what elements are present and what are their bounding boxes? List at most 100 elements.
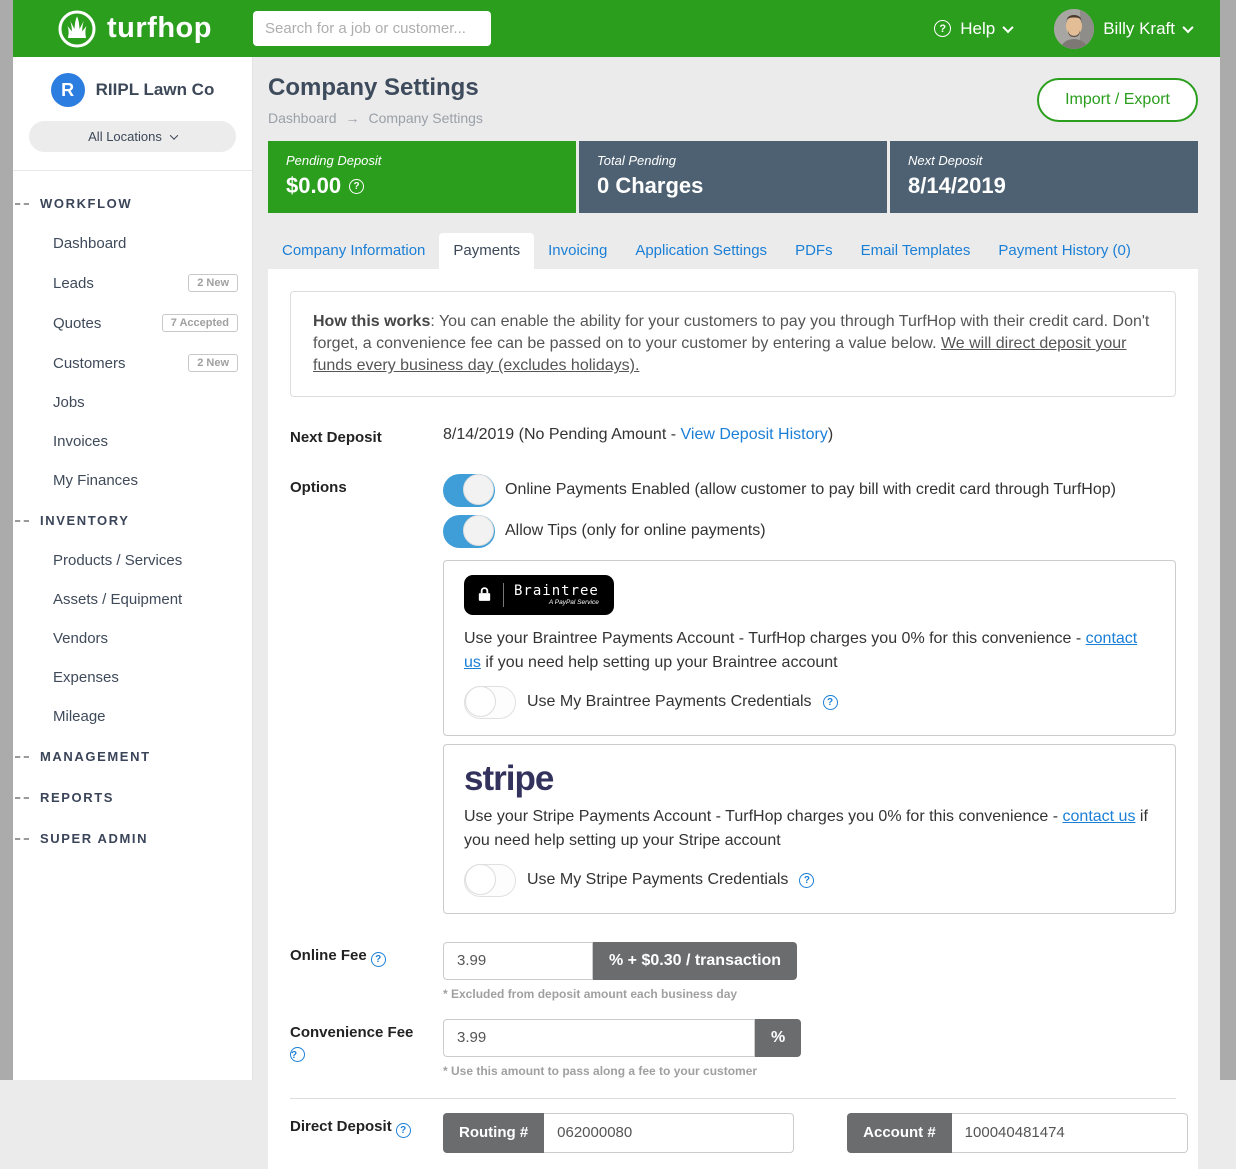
sidebar-item-jobs[interactable]: Jobs — [13, 383, 252, 422]
help-icon[interactable]: ? — [371, 952, 386, 967]
search-input[interactable] — [253, 11, 491, 46]
stat-value: 8/14/2019 — [908, 173, 1006, 199]
user-name: Billy Kraft — [1103, 19, 1175, 39]
right-scrollbar-track[interactable] — [1220, 0, 1236, 1080]
contact-us-link[interactable]: contact us — [1063, 808, 1136, 825]
tab-pdfs[interactable]: PDFs — [781, 233, 847, 269]
section-label: WORKFLOW — [40, 196, 132, 211]
sidebar-item-vendors[interactable]: Vendors — [13, 619, 252, 658]
main-content: Company Settings Dashboard → Company Set… — [253, 57, 1220, 1080]
menu-dashes-icon — [15, 520, 29, 522]
location-selector[interactable]: All Locations — [29, 121, 236, 152]
online-fee-input[interactable] — [443, 942, 593, 980]
sidebar-item-invoices[interactable]: Invoices — [13, 422, 252, 461]
sidebar-item-customers[interactable]: Customers 2 New — [13, 343, 252, 383]
tab-payment-history[interactable]: Payment History (0) — [984, 233, 1145, 269]
breadcrumb-dashboard[interactable]: Dashboard — [268, 110, 337, 126]
toggle-stripe-credentials[interactable] — [464, 864, 516, 897]
item-label: Products / Services — [53, 552, 182, 569]
stat-value: 0 Charges — [597, 173, 703, 199]
menu-dashes-icon — [15, 797, 29, 799]
stat-total-pending: Total Pending 0 Charges — [579, 141, 887, 213]
sidebar-section-reports[interactable]: REPORTS — [13, 777, 252, 818]
tab-invoicing[interactable]: Invoicing — [534, 233, 621, 269]
sidebar-section-inventory[interactable]: INVENTORY — [13, 500, 252, 541]
tab-company-information[interactable]: Company Information — [268, 233, 439, 269]
sidebar-item-my-finances[interactable]: My Finances — [13, 461, 252, 500]
sidebar-item-products-services[interactable]: Products / Services — [13, 541, 252, 580]
direct-deposit-label: Direct Deposit? — [290, 1113, 443, 1153]
online-fee-addon: % + $0.30 / transaction — [593, 942, 797, 980]
convenience-fee-row: Convenience Fee ? % * Use this amount to… — [290, 1019, 1176, 1078]
stat-pending-deposit: Pending Deposit $0.00 ? — [268, 141, 576, 213]
menu-dashes-icon — [15, 203, 29, 205]
breadcrumb: Dashboard → Company Settings — [268, 110, 483, 126]
online-fee-label: Online Fee? — [290, 942, 443, 1001]
how-lead: How this works — [313, 313, 430, 330]
convenience-fee-label: Convenience Fee ? — [290, 1019, 443, 1078]
import-export-button[interactable]: Import / Export — [1037, 78, 1198, 122]
left-scrollbar-track[interactable] — [0, 0, 13, 1080]
sidebar-item-leads[interactable]: Leads 2 New — [13, 263, 252, 303]
sidebar-section-management[interactable]: MANAGEMENT — [13, 736, 252, 777]
stripe-credentials-label: Use My Stripe Payments Credentials — [527, 871, 788, 889]
convenience-fee-input[interactable] — [443, 1019, 755, 1057]
item-label: Vendors — [53, 630, 108, 647]
item-label: Jobs — [53, 394, 85, 411]
sidebar-section-workflow[interactable]: WORKFLOW — [13, 183, 252, 224]
braintree-desc-text-after: if you need help setting up your Braintr… — [481, 654, 838, 671]
toggle-allow-tips-label: Allow Tips (only for online payments) — [505, 522, 766, 540]
tab-payments[interactable]: Payments — [439, 233, 534, 269]
sidebar-item-assets-equipment[interactable]: Assets / Equipment — [13, 580, 252, 619]
brand-name: turfhop — [107, 12, 212, 45]
toggle-knob — [463, 515, 494, 546]
chevron-down-icon — [1182, 21, 1193, 32]
item-label: Invoices — [53, 433, 108, 450]
routing-number-input[interactable] — [544, 1113, 794, 1153]
stripe-box: stripe Use your Stripe Payments Account … — [443, 744, 1176, 914]
sidebar-item-mileage[interactable]: Mileage — [13, 697, 252, 736]
braintree-credentials-label: Use My Braintree Payments Credentials — [527, 693, 812, 711]
section-divider — [290, 1098, 1176, 1099]
convenience-fee-label-text: Convenience Fee — [290, 1024, 413, 1041]
convenience-fee-addon: % — [755, 1019, 801, 1057]
stat-label: Next Deposit — [908, 153, 1180, 168]
help-icon[interactable]: ? — [349, 179, 364, 194]
help-icon[interactable]: ? — [799, 873, 814, 888]
breadcrumb-arrow-icon: → — [346, 110, 360, 126]
account-number-input[interactable] — [952, 1113, 1188, 1153]
sidebar-section-super-admin[interactable]: SUPER ADMIN — [13, 818, 252, 859]
section-label: MANAGEMENT — [40, 749, 151, 764]
toggle-online-payments-label: Online Payments Enabled (allow customer … — [505, 481, 1116, 499]
view-deposit-history-link[interactable]: View Deposit History — [681, 426, 828, 443]
item-label: My Finances — [53, 472, 138, 489]
convenience-fee-note: * Use this amount to pass along a fee to… — [443, 1064, 1176, 1078]
help-icon[interactable]: ? — [396, 1123, 411, 1138]
help-menu[interactable]: ? Help — [934, 19, 1012, 39]
online-fee-row: Online Fee? % + $0.30 / transaction * Ex… — [290, 942, 1176, 1001]
sidebar-item-expenses[interactable]: Expenses — [13, 658, 252, 697]
direct-deposit-row: Direct Deposit? Routing # Account # — [290, 1113, 1176, 1153]
sidebar-item-quotes[interactable]: Quotes 7 Accepted — [13, 303, 252, 343]
stat-label: Pending Deposit — [286, 153, 558, 168]
toggle-allow-tips[interactable] — [443, 515, 495, 548]
menu-dashes-icon — [15, 838, 29, 840]
user-menu[interactable]: Billy Kraft — [1054, 9, 1192, 49]
app-logo[interactable]: turfhop — [57, 9, 212, 49]
toggle-online-payments[interactable] — [443, 474, 495, 507]
stripe-description: Use your Stripe Payments Account - TurfH… — [464, 805, 1155, 853]
toggle-braintree-credentials[interactable] — [464, 686, 516, 719]
help-label: Help — [960, 19, 995, 39]
sidebar-item-dashboard[interactable]: Dashboard — [13, 224, 252, 263]
braintree-description: Use your Braintree Payments Account - Tu… — [464, 627, 1155, 675]
tab-application-settings[interactable]: Application Settings — [621, 233, 781, 269]
tab-email-templates[interactable]: Email Templates — [847, 233, 985, 269]
stripe-desc-text: Use your Stripe Payments Account - TurfH… — [464, 808, 1063, 825]
top-header: turfhop ? Help — [13, 0, 1220, 57]
payments-panel: How this works: You can enable the abili… — [268, 269, 1198, 1169]
help-icon[interactable]: ? — [290, 1047, 305, 1062]
braintree-logo-subtext: A PayPal Service — [549, 599, 599, 606]
turfhop-grass-icon — [57, 9, 97, 49]
toggle-knob — [463, 474, 494, 505]
help-icon[interactable]: ? — [823, 695, 838, 710]
